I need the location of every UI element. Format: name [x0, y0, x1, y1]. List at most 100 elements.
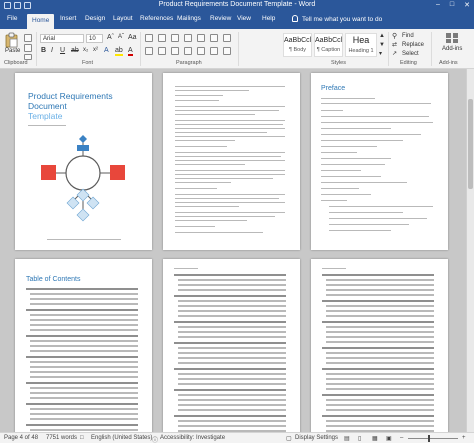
- font-size-select[interactable]: 10: [86, 34, 103, 43]
- style-caption[interactable]: AaBbCcl ¶ Caption: [314, 33, 343, 57]
- addins-button[interactable]: Add-ins: [437, 32, 469, 58]
- close-icon[interactable]: ✕: [464, 1, 470, 9]
- highlight-icon[interactable]: ab: [115, 47, 123, 56]
- page-count[interactable]: Page 4 of 48: [4, 435, 38, 441]
- tab-review[interactable]: Review: [210, 15, 231, 22]
- vertical-scrollbar[interactable]: [466, 69, 474, 432]
- style-body[interactable]: AaBbCcl ¶ Body: [283, 33, 312, 57]
- read-mode-icon[interactable]: ▯: [358, 435, 361, 442]
- tab-insert[interactable]: Insert: [60, 15, 76, 22]
- text-effects-icon[interactable]: A: [104, 47, 109, 54]
- line-spacing-icon[interactable]: [197, 47, 205, 55]
- tab-mailings[interactable]: Mailings: [177, 15, 201, 22]
- tab-design[interactable]: Design: [85, 15, 105, 22]
- window-title: Product Requirements Document Template -…: [158, 1, 316, 8]
- zoom-slider[interactable]: [408, 438, 458, 439]
- grow-font-icon[interactable]: Aˆ: [107, 34, 114, 41]
- zoom-in-icon[interactable]: +: [462, 435, 466, 441]
- styles-scroll-down-icon[interactable]: ▼: [379, 42, 385, 48]
- change-case-icon[interactable]: Aa: [128, 34, 137, 41]
- word-count[interactable]: 7751 words: [46, 435, 77, 441]
- proofing-icon[interactable]: □: [80, 435, 84, 441]
- show-marks-icon[interactable]: [223, 34, 231, 42]
- maximize-icon[interactable]: □: [450, 1, 454, 9]
- toc-heading: Table of Contents: [26, 276, 81, 283]
- underline-icon[interactable]: U: [60, 47, 65, 54]
- lightbulb-icon: [292, 15, 298, 22]
- cover-title-line3: Template: [28, 111, 63, 121]
- zoom-out-icon[interactable]: –: [400, 435, 403, 441]
- window-controls: – □ ✕: [436, 1, 470, 9]
- scrollbar-thumb[interactable]: [468, 99, 473, 189]
- font-name-value: Arial: [43, 36, 56, 42]
- subscript-icon[interactable]: x₂: [83, 47, 88, 53]
- bold-icon[interactable]: B: [41, 47, 46, 54]
- cover-subtitle: [28, 125, 66, 126]
- increase-indent-icon[interactable]: [197, 34, 205, 42]
- italic-icon[interactable]: I: [51, 47, 53, 54]
- language-indicator[interactable]: English (United States): [91, 435, 152, 441]
- styles-scroll-up-icon[interactable]: ▲: [379, 33, 385, 39]
- borders-icon[interactable]: [223, 47, 231, 55]
- tab-file[interactable]: File: [7, 15, 17, 22]
- style-heading-1[interactable]: Hea Heading 1: [345, 33, 377, 57]
- paragraph-group-label: Paragraph: [176, 60, 202, 66]
- addins-group-label: Add-ins: [439, 60, 458, 66]
- sort-icon[interactable]: [210, 34, 218, 42]
- font-size-value: 10: [89, 36, 96, 42]
- cut-icon[interactable]: [24, 34, 32, 42]
- minimize-icon[interactable]: –: [436, 1, 440, 9]
- styles-more-icon[interactable]: ▾: [379, 50, 382, 57]
- replace-button[interactable]: ⇄ Replace: [392, 41, 428, 50]
- strikethrough-icon[interactable]: ab: [71, 47, 79, 54]
- tab-help[interactable]: Help: [262, 15, 275, 22]
- multilevel-list-icon[interactable]: [171, 34, 179, 42]
- print-layout-icon[interactable]: ▦: [372, 435, 378, 442]
- shrink-font-icon[interactable]: Aˇ: [118, 34, 124, 40]
- accessibility-icon: ⓘ: [152, 438, 159, 443]
- ribbon-divider: [36, 32, 37, 66]
- web-layout-icon[interactable]: ▣: [386, 435, 392, 442]
- justify-icon[interactable]: [184, 47, 192, 55]
- tab-layout[interactable]: Layout: [113, 15, 133, 22]
- document-area[interactable]: Product Requirements Document Template P…: [0, 69, 466, 432]
- ribbon-divider: [238, 32, 239, 66]
- decrease-indent-icon[interactable]: [184, 34, 192, 42]
- paste-button[interactable]: Paste: [5, 32, 20, 56]
- find-button[interactable]: ⚲ Find: [392, 32, 428, 41]
- page-toc-continued-2: [311, 259, 448, 432]
- ribbon-divider: [431, 32, 432, 66]
- styles-group-label: Styles: [331, 60, 346, 66]
- align-center-icon[interactable]: [158, 47, 166, 55]
- align-left-icon[interactable]: [145, 47, 153, 55]
- page-toc-continued: [163, 259, 300, 432]
- style-heading-sample: Hea: [352, 35, 370, 45]
- addins-label: Add-ins: [442, 46, 463, 52]
- zoom-slider-thumb[interactable]: [428, 435, 430, 442]
- page-toc: Table of Contents: [15, 259, 152, 432]
- tell-me-search[interactable]: Tell me what you want to do: [292, 15, 382, 23]
- focus-icon[interactable]: ▤: [344, 435, 350, 442]
- font-color-icon[interactable]: A: [128, 47, 133, 56]
- clipboard-group-label: Clipboard: [4, 60, 28, 66]
- style-body-sample: AaBbCcl: [284, 37, 312, 44]
- copy-icon[interactable]: [24, 44, 32, 52]
- superscript-icon[interactable]: x²: [93, 47, 98, 53]
- page-cover: Product Requirements Document Template: [15, 73, 152, 250]
- shading-icon[interactable]: [210, 47, 218, 55]
- select-button[interactable]: ↗ Select: [392, 50, 428, 59]
- status-bar: Page 4 of 48 7751 words □ English (Unite…: [0, 432, 474, 443]
- numbering-icon[interactable]: [158, 34, 166, 42]
- display-settings[interactable]: Display Settings: [295, 435, 338, 441]
- page-intro: [163, 73, 300, 250]
- tab-view[interactable]: View: [237, 15, 251, 22]
- font-name-select[interactable]: Arial: [40, 34, 84, 43]
- find-icon: ⚲: [392, 33, 398, 40]
- align-right-icon[interactable]: [171, 47, 179, 55]
- style-caption-sample: AaBbCcl: [315, 37, 343, 44]
- paste-icon: [5, 32, 18, 48]
- bullets-icon[interactable]: [145, 34, 153, 42]
- tab-references[interactable]: References: [140, 15, 173, 22]
- tab-home[interactable]: Home: [27, 14, 55, 29]
- accessibility-status[interactable]: Accessibility: Investigate: [160, 435, 225, 441]
